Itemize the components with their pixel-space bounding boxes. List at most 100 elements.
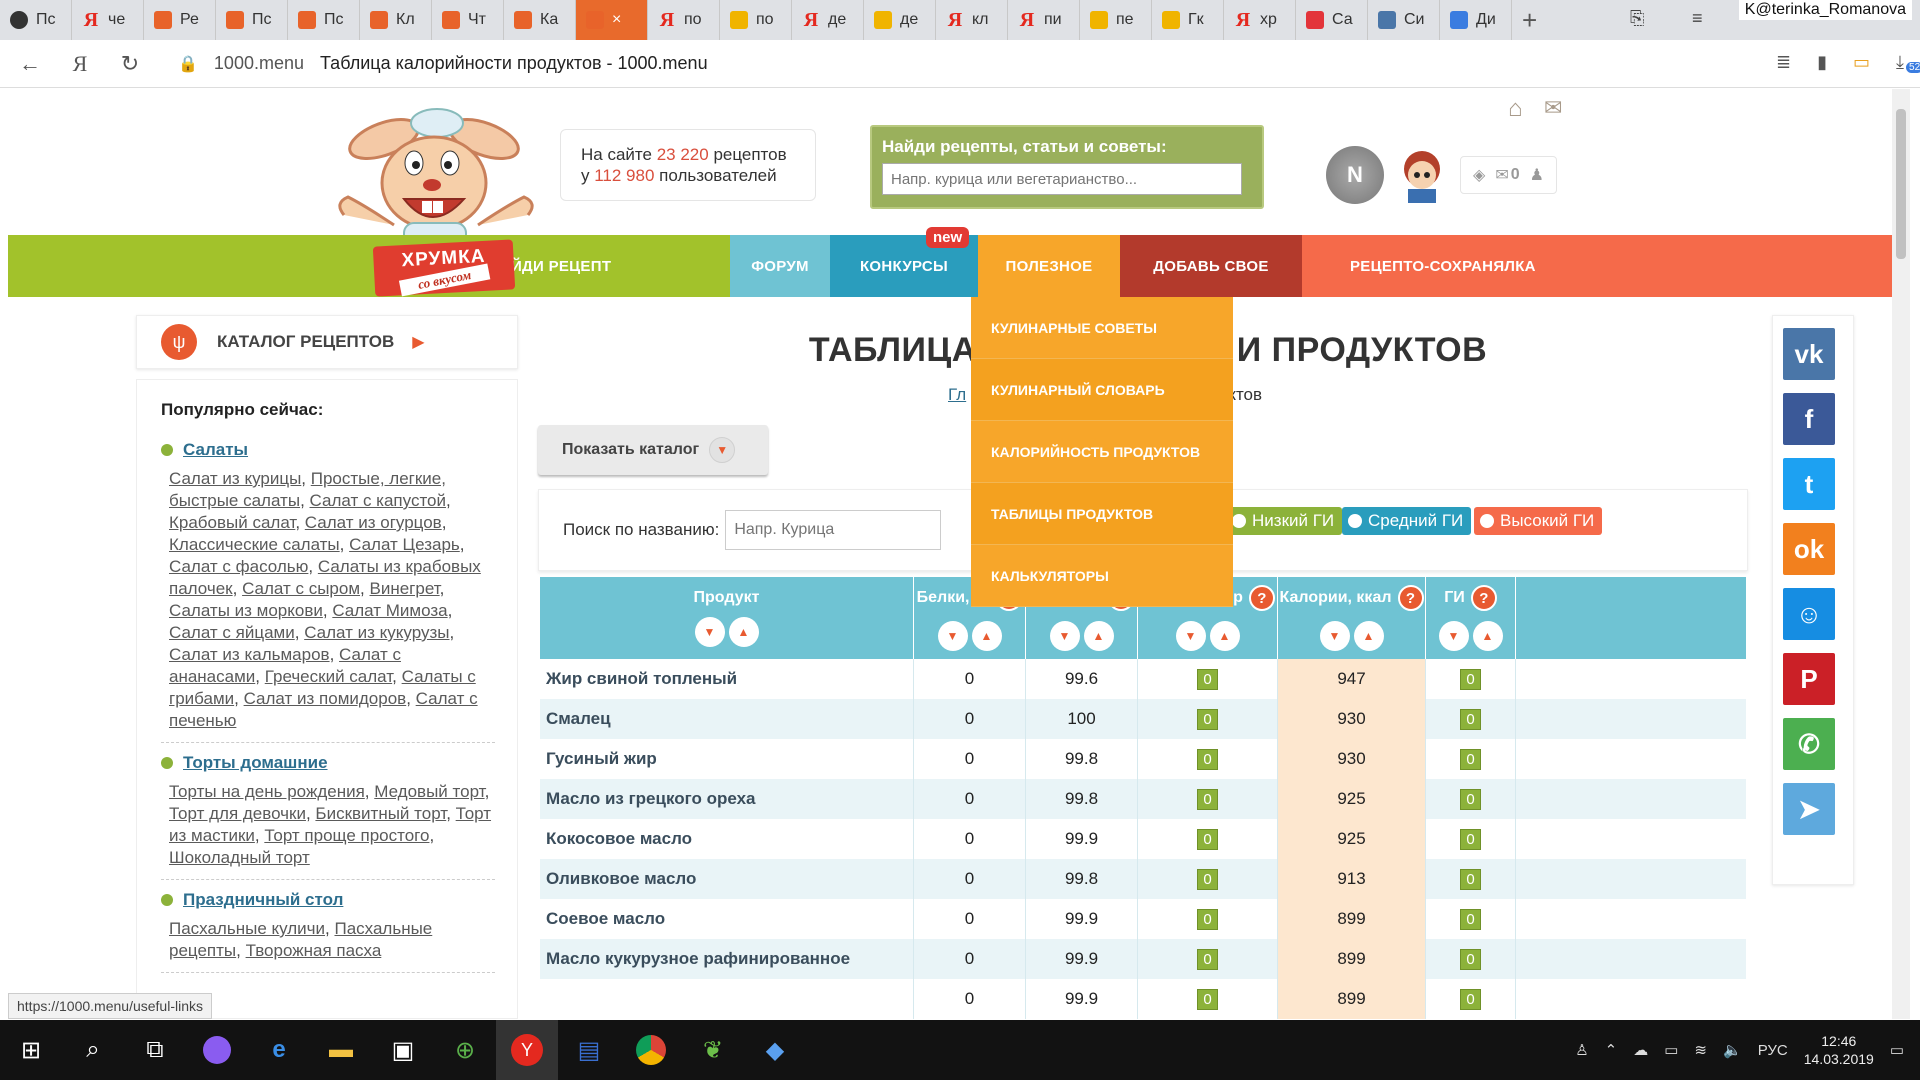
dropdown-item[interactable]: ТАБЛИЦЫ ПРОДУКТОВ: [971, 483, 1233, 545]
search-icon[interactable]: ⌕: [62, 1020, 124, 1080]
browser-tab[interactable]: Пс: [216, 0, 288, 40]
recipe-book-icon[interactable]: ◈: [1473, 165, 1485, 185]
dropdown-item[interactable]: КАЛОРИЙНОСТЬ ПРОДУКТОВ: [971, 421, 1233, 483]
bookmark-icon[interactable]: ▮: [1817, 52, 1827, 73]
table-row[interactable]: Масло из грецкого ореха 0 99.8 0 925 0: [540, 779, 1746, 819]
popular-link[interactable]: Винегрет: [370, 579, 440, 598]
messages-icon[interactable]: ✉: [1495, 165, 1508, 185]
notifications-tray-icon[interactable]: ▭: [1890, 1041, 1904, 1059]
popular-link[interactable]: Салат с сыром: [242, 579, 360, 598]
reload-icon[interactable]: ↻: [110, 51, 150, 77]
popular-link[interactable]: Салаты из моркови: [169, 601, 323, 620]
browser-tab[interactable]: ×: [576, 0, 648, 40]
gi-mid-filter[interactable]: Средний ГИ: [1342, 507, 1472, 535]
pinterest-icon[interactable]: P: [1783, 653, 1835, 705]
popular-link[interactable]: Салат из помидоров: [244, 689, 407, 708]
popular-group-title[interactable]: Праздничный стол: [161, 890, 495, 910]
yandex-icon[interactable]: Я: [60, 51, 100, 77]
popular-link[interactable]: Салат из курицы: [169, 469, 301, 488]
nav-item-6[interactable]: РЕЦЕПТО-СОХРАНЯЛКА: [1302, 235, 1892, 297]
sort-desc-icon[interactable]: ▼: [937, 621, 968, 651]
popular-link[interactable]: Медовый торт: [374, 782, 484, 801]
browser-tab[interactable]: Пс: [288, 0, 360, 40]
url-domain[interactable]: 1000.menu: [214, 53, 304, 74]
browser-tab[interactable]: Якл: [936, 0, 1008, 40]
popular-link[interactable]: Салат Цезарь: [349, 535, 460, 554]
sort-desc-icon[interactable]: ▼: [1438, 621, 1469, 651]
avatar[interactable]: [1392, 145, 1452, 205]
sort-asc-icon[interactable]: ▲: [971, 621, 1002, 651]
browser-tab[interactable]: де: [864, 0, 936, 40]
browser-tab[interactable]: Пс: [0, 0, 72, 40]
clock[interactable]: 12:46 14.03.2019: [1804, 1032, 1874, 1068]
site-search-input[interactable]: [882, 163, 1242, 195]
sort-asc-icon[interactable]: ▲: [1353, 621, 1384, 651]
people-icon[interactable]: ♙: [1575, 1041, 1588, 1059]
home-icon[interactable]: ⌂: [1508, 95, 1523, 123]
help-icon[interactable]: ?: [1470, 585, 1497, 611]
browser-tab[interactable]: Чт: [432, 0, 504, 40]
user-rank-badge[interactable]: N: [1326, 146, 1384, 204]
dropdown-item[interactable]: КУЛИНАРНЫЙ СЛОВАРЬ: [971, 359, 1233, 421]
yandex-browser-icon[interactable]: Y: [496, 1020, 558, 1080]
browser-tab[interactable]: Ка: [504, 0, 576, 40]
table-row[interactable]: Масло кукурузное рафинированное 0 99.9 0 899…: [540, 939, 1746, 979]
store-icon[interactable]: ▣: [372, 1020, 434, 1080]
popular-link[interactable]: Классические салаты: [169, 535, 340, 554]
breadcrumb-home-link[interactable]: Гл: [948, 385, 966, 404]
popular-link[interactable]: Салат из огурцов: [305, 513, 442, 532]
help-icon[interactable]: ?: [1397, 585, 1424, 611]
popular-link[interactable]: Салат с капустой: [310, 491, 446, 510]
table-row[interactable]: Смалец 0 100 0 930 0: [540, 699, 1746, 739]
browser-tab[interactable]: Яхр: [1224, 0, 1296, 40]
menu-icon[interactable]: ≡: [1692, 8, 1703, 29]
popular-link[interactable]: Крабовый салат: [169, 513, 295, 532]
page-scrollbar[interactable]: [1892, 89, 1910, 1019]
cortana-icon[interactable]: [186, 1020, 248, 1080]
notifications-icon[interactable]: ♟: [1530, 165, 1544, 185]
help-icon[interactable]: ?: [1248, 585, 1275, 611]
popular-link[interactable]: Торт для девочки: [169, 804, 306, 823]
explorer-icon[interactable]: ▬: [310, 1020, 372, 1080]
browser-user-name[interactable]: K@terinka_Romanova: [1738, 0, 1912, 20]
browser-tab[interactable]: Си: [1368, 0, 1440, 40]
language-indicator[interactable]: РУС: [1758, 1042, 1788, 1059]
task-view-icon[interactable]: ⧉: [124, 1020, 186, 1080]
chrome-icon[interactable]: [620, 1020, 682, 1080]
browser-tab[interactable]: по: [720, 0, 792, 40]
show-catalog-button[interactable]: Показать каталог ▼: [538, 425, 768, 475]
sort-asc-icon[interactable]: ▲: [1209, 621, 1240, 651]
reader-mode-icon[interactable]: ≣: [1776, 52, 1791, 73]
popular-link[interactable]: Салат Мимоза: [332, 601, 447, 620]
mail-icon[interactable]: ✉: [1544, 95, 1562, 121]
nav-item-4[interactable]: ПОЛЕЗНОЕ: [978, 235, 1120, 297]
leaf-app-icon[interactable]: ❦: [682, 1020, 744, 1080]
browser-tab[interactable]: Ре: [144, 0, 216, 40]
browser-tab[interactable]: Са: [1296, 0, 1368, 40]
browser-tab[interactable]: Гк: [1152, 0, 1224, 40]
table-row[interactable]: Соевое масло 0 99.9 0 899 0: [540, 899, 1746, 939]
browser-tab[interactable]: Япи: [1008, 0, 1080, 40]
dropdown-item[interactable]: КУЛИНАРНЫЕ СОВЕТЫ: [971, 297, 1233, 359]
save-app-icon[interactable]: ▤: [558, 1020, 620, 1080]
messages-count[interactable]: 0: [1511, 166, 1520, 184]
table-row[interactable]: Жир свиной топленый 0 99.6 0 947 0: [540, 659, 1746, 699]
table-row[interactable]: Кокосовое масло 0 99.9 0 925 0: [540, 819, 1746, 859]
cloud-icon[interactable]: ☁: [1633, 1041, 1648, 1059]
battery-icon[interactable]: ▭: [1853, 52, 1870, 73]
gi-low-filter[interactable]: Низкий ГИ: [1226, 507, 1343, 535]
lock-icon[interactable]: 🔒: [178, 54, 198, 74]
popular-link[interactable]: Салат из кукурузы: [304, 623, 449, 642]
wifi-icon[interactable]: ≋: [1694, 1041, 1707, 1059]
volume-icon[interactable]: 🔈: [1723, 1041, 1742, 1059]
sort-asc-icon[interactable]: ▲: [1083, 621, 1114, 651]
popular-link[interactable]: Творожная пасха: [246, 941, 382, 960]
product-search-input[interactable]: [725, 510, 942, 550]
battery-tray-icon[interactable]: ▭: [1664, 1041, 1678, 1059]
nav-item-5[interactable]: ДОБАВЬ СВОЕ: [1120, 235, 1302, 297]
browser-tab[interactable]: пе: [1080, 0, 1152, 40]
app-download-icon[interactable]: ⊕: [434, 1020, 496, 1080]
blue-app-icon[interactable]: ◆: [744, 1020, 806, 1080]
popular-link[interactable]: Торт проще простого: [264, 826, 429, 845]
popular-link[interactable]: Шоколадный торт: [169, 848, 310, 867]
